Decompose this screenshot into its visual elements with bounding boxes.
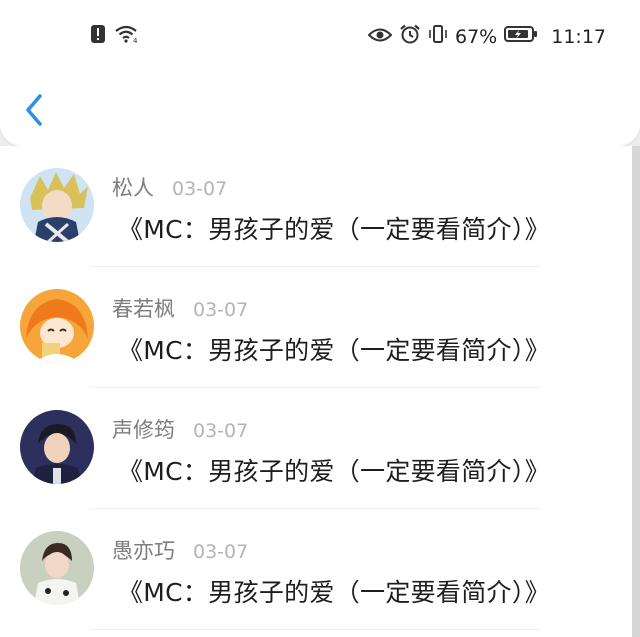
battery-icon <box>504 25 538 48</box>
alert-icon <box>90 24 106 48</box>
author-name[interactable]: 松人 <box>112 172 154 202</box>
list-item[interactable]: 春若枫 03-07 《MC：男孩子的爱（一定要看简介）》 <box>0 267 632 388</box>
wifi-icon: 4 <box>114 24 140 48</box>
author-name[interactable]: 春若枫 <box>112 293 175 323</box>
work-title[interactable]: 《MC：男孩子的爱（一定要看简介）》 <box>118 331 550 367</box>
work-title[interactable]: 《MC：男孩子的爱（一定要看简介）》 <box>118 573 550 609</box>
status-bar: 4 67% 11:17 <box>0 0 640 72</box>
list-item[interactable]: 声修筠 03-07 《MC：男孩子的爱（一定要看简介）》 <box>0 388 632 509</box>
post-date: 03-07 <box>193 420 249 442</box>
nav-bar <box>0 72 640 146</box>
chevron-left-icon <box>22 94 48 134</box>
post-date: 03-07 <box>172 178 228 200</box>
svg-text:4: 4 <box>133 37 138 44</box>
vibrate-icon <box>428 24 448 49</box>
status-left: 4 <box>90 24 140 48</box>
author-name[interactable]: 声修筠 <box>112 414 175 444</box>
avatar[interactable] <box>20 531 94 605</box>
battery-percent: 67% <box>455 25 498 48</box>
comment-list[interactable]: 松人 03-07 《MC：男孩子的爱（一定要看简介）》 春若枫 03-07 《M… <box>0 146 632 637</box>
divider <box>90 629 540 630</box>
avatar[interactable] <box>20 410 94 484</box>
list-item[interactable]: 愚亦巧 03-07 《MC：男孩子的爱（一定要看简介）》 <box>0 509 632 630</box>
post-date: 03-07 <box>193 299 249 321</box>
author-name[interactable]: 愚亦巧 <box>112 535 175 565</box>
work-title[interactable]: 《MC：男孩子的爱（一定要看简介）》 <box>118 210 550 246</box>
avatar[interactable] <box>20 289 94 363</box>
post-date: 03-07 <box>193 541 249 563</box>
back-button[interactable] <box>22 90 48 130</box>
alarm-icon <box>399 24 421 49</box>
avatar[interactable] <box>20 168 94 242</box>
work-title[interactable]: 《MC：男孩子的爱（一定要看简介）》 <box>118 452 550 488</box>
scrollbar[interactable] <box>632 146 640 637</box>
clock: 11:17 <box>551 25 606 48</box>
eye-icon <box>367 26 393 48</box>
status-right: 67% 11:17 <box>367 24 606 49</box>
list-item[interactable]: 松人 03-07 《MC：男孩子的爱（一定要看简介）》 <box>0 146 632 267</box>
